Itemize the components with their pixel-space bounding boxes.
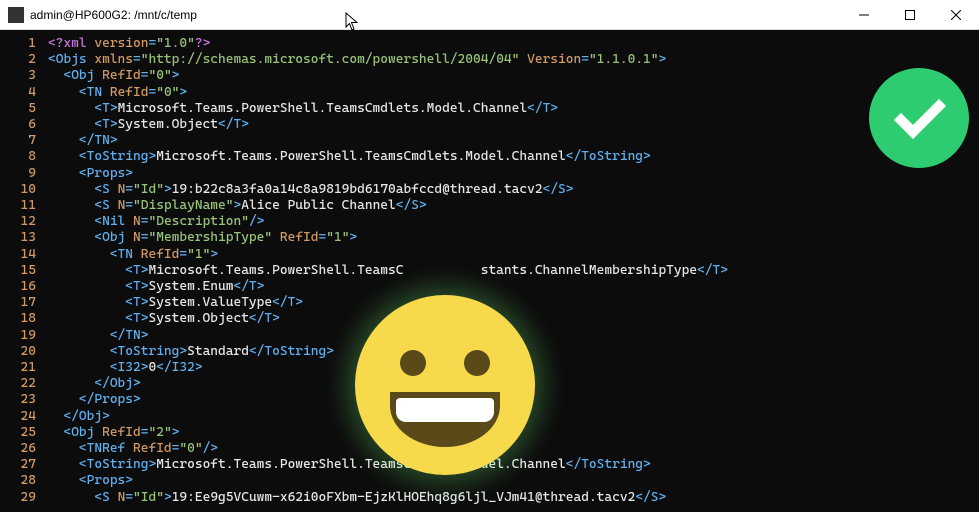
line-number: 2 <box>0 52 48 68</box>
line-number: 12 <box>0 214 48 230</box>
line-content: <ToString>Standard</ToString> <box>48 344 334 360</box>
code-line: 5 <T>Microsoft.Teams.PowerShell.TeamsCmd… <box>0 101 979 117</box>
line-number: 19 <box>0 328 48 344</box>
line-content: <T>Microsoft.Teams.PowerShell.TeamsC sta… <box>48 263 728 279</box>
app-icon <box>8 7 24 23</box>
code-line: 4 <TN RefId="0"> <box>0 85 979 101</box>
line-content: <Obj N="MembershipType" RefId="1"> <box>48 230 357 246</box>
line-number: 7 <box>0 133 48 149</box>
line-number: 15 <box>0 263 48 279</box>
line-content: <T>System.Object</T> <box>48 311 280 327</box>
line-content: </Props> <box>48 392 141 408</box>
line-number: 18 <box>0 311 48 327</box>
line-number: 20 <box>0 344 48 360</box>
line-content: <Props> <box>48 473 133 489</box>
code-line: 29 <S N="Id">19:Ee9g5VCuwm-x62i0oFXbm-Ej… <box>0 490 979 506</box>
code-line: 7 </TN> <box>0 133 979 149</box>
line-number: 17 <box>0 295 48 311</box>
code-line: 11 <S N="DisplayName">Alice Public Chann… <box>0 198 979 214</box>
line-number: 25 <box>0 425 48 441</box>
line-number: 9 <box>0 166 48 182</box>
code-line: 12 <Nil N="Description"/> <box>0 214 979 230</box>
line-number: 21 <box>0 360 48 376</box>
line-number: 29 <box>0 490 48 506</box>
line-number: 3 <box>0 68 48 84</box>
maximize-button[interactable] <box>887 0 933 30</box>
line-content: <T>Microsoft.Teams.PowerShell.TeamsCmdle… <box>48 101 558 117</box>
code-line: 9 <Props> <box>0 166 979 182</box>
line-number: 4 <box>0 85 48 101</box>
line-content: <Obj RefId="2"> <box>48 425 179 441</box>
line-number: 5 <box>0 101 48 117</box>
line-number: 8 <box>0 149 48 165</box>
line-content: </Obj> <box>48 409 110 425</box>
code-line: 13 <Obj N="MembershipType" RefId="1"> <box>0 230 979 246</box>
line-content: <ToString>Microsoft.Teams.PowerShell.Tea… <box>48 457 651 473</box>
line-content: <T>System.Object</T> <box>48 117 249 133</box>
code-line: 14 <TN RefId="1"> <box>0 247 979 263</box>
line-number: 13 <box>0 230 48 246</box>
line-number: 11 <box>0 198 48 214</box>
line-number: 10 <box>0 182 48 198</box>
line-content: <I32>0</I32> <box>48 360 203 376</box>
line-number: 23 <box>0 392 48 408</box>
success-check-icon <box>869 68 969 168</box>
close-button[interactable] <box>933 0 979 30</box>
line-content: <Props> <box>48 166 133 182</box>
line-content: <TN RefId="0"> <box>48 85 187 101</box>
line-number: 1 <box>0 36 48 52</box>
line-content: <T>System.Enum</T> <box>48 279 264 295</box>
code-line: 15 <T>Microsoft.Teams.PowerShell.TeamsC … <box>0 263 979 279</box>
line-content: <Objs xmlns="http://schemas.microsoft.co… <box>48 52 666 68</box>
code-line: 3 <Obj RefId="0"> <box>0 68 979 84</box>
line-number: 6 <box>0 117 48 133</box>
window-title: admin@HP600G2: /mnt/c/temp <box>30 8 197 22</box>
minimize-button[interactable] <box>841 0 887 30</box>
line-number: 27 <box>0 457 48 473</box>
line-number: 26 <box>0 441 48 457</box>
line-content: <TN RefId="1"> <box>48 247 218 263</box>
line-content: </TN> <box>48 328 148 344</box>
code-line: 6 <T>System.Object</T> <box>0 117 979 133</box>
line-number: 14 <box>0 247 48 263</box>
titlebar[interactable]: admin@HP600G2: /mnt/c/temp <box>0 0 979 30</box>
code-line: 2<Objs xmlns="http://schemas.microsoft.c… <box>0 52 979 68</box>
line-number: 22 <box>0 376 48 392</box>
line-number: 28 <box>0 473 48 489</box>
line-number: 24 <box>0 409 48 425</box>
line-content: </TN> <box>48 133 118 149</box>
code-line: 1<?xml version="1.0"?> <box>0 36 979 52</box>
line-content: <S N="DisplayName">Alice Public Channel<… <box>48 198 427 214</box>
line-content: <S N="Id">19:b22c8a3fa0a14c8a9819bd6170a… <box>48 182 574 198</box>
line-content: <S N="Id">19:Ee9g5VCuwm-x62i0oFXbm-EjzKl… <box>48 490 666 506</box>
terminal-viewport[interactable]: 1<?xml version="1.0"?>2<Objs xmlns="http… <box>0 30 979 512</box>
grinning-emoji-icon <box>355 295 535 475</box>
line-content: <?xml version="1.0"?> <box>48 36 210 52</box>
line-content: <ToString>Microsoft.Teams.PowerShell.Tea… <box>48 149 651 165</box>
line-content: <Nil N="Description"/> <box>48 214 264 230</box>
line-content: <Obj RefId="0"> <box>48 68 179 84</box>
code-line: 8 <ToString>Microsoft.Teams.PowerShell.T… <box>0 149 979 165</box>
code-line: 10 <S N="Id">19:b22c8a3fa0a14c8a9819bd61… <box>0 182 979 198</box>
line-content: <T>System.ValueType</T> <box>48 295 303 311</box>
line-content: </Obj> <box>48 376 141 392</box>
window-controls <box>841 0 979 29</box>
line-content: <TNRef RefId="0"/> <box>48 441 218 457</box>
line-number: 16 <box>0 279 48 295</box>
